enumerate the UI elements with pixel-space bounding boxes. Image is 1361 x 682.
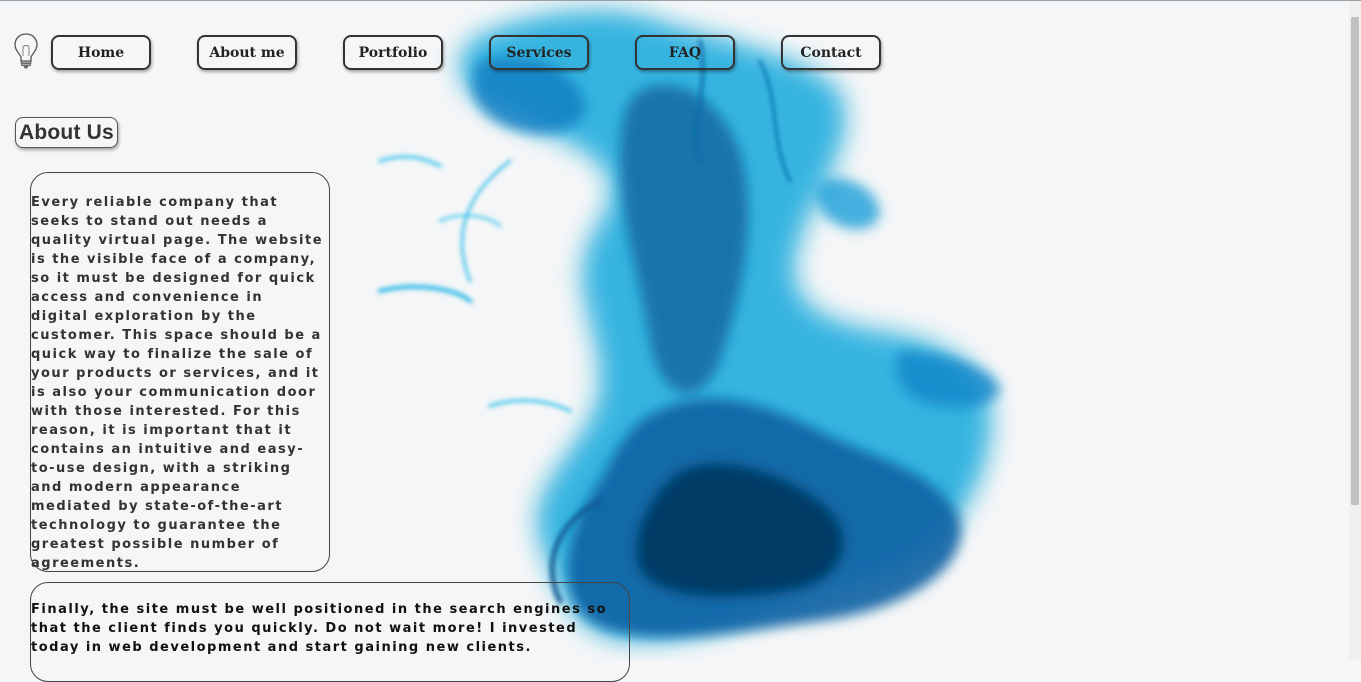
page-title: About Us bbox=[15, 117, 118, 148]
nav-contact-button[interactable]: Contact bbox=[781, 35, 881, 70]
nav-portfolio-button[interactable]: Portfolio bbox=[343, 35, 443, 70]
scrollbar-thumb[interactable] bbox=[1351, 17, 1359, 505]
about-card-secondary: Finally, the site must be well positione… bbox=[30, 582, 630, 682]
nav-faq-button[interactable]: FAQ bbox=[635, 35, 735, 70]
about-card-primary: Every reliable company that seeks to sta… bbox=[30, 172, 330, 572]
about-paragraph-2: Finally, the site must be well positione… bbox=[31, 602, 608, 655]
nav-home-button[interactable]: Home bbox=[51, 35, 151, 70]
lightbulb-icon bbox=[14, 33, 38, 69]
about-paragraph-1: Every reliable company that seeks to sta… bbox=[31, 195, 324, 571]
nav-about-me-button[interactable]: About me bbox=[197, 35, 297, 70]
vertical-scrollbar[interactable] bbox=[1349, 1, 1361, 660]
nav-services-button[interactable]: Services bbox=[489, 35, 589, 70]
